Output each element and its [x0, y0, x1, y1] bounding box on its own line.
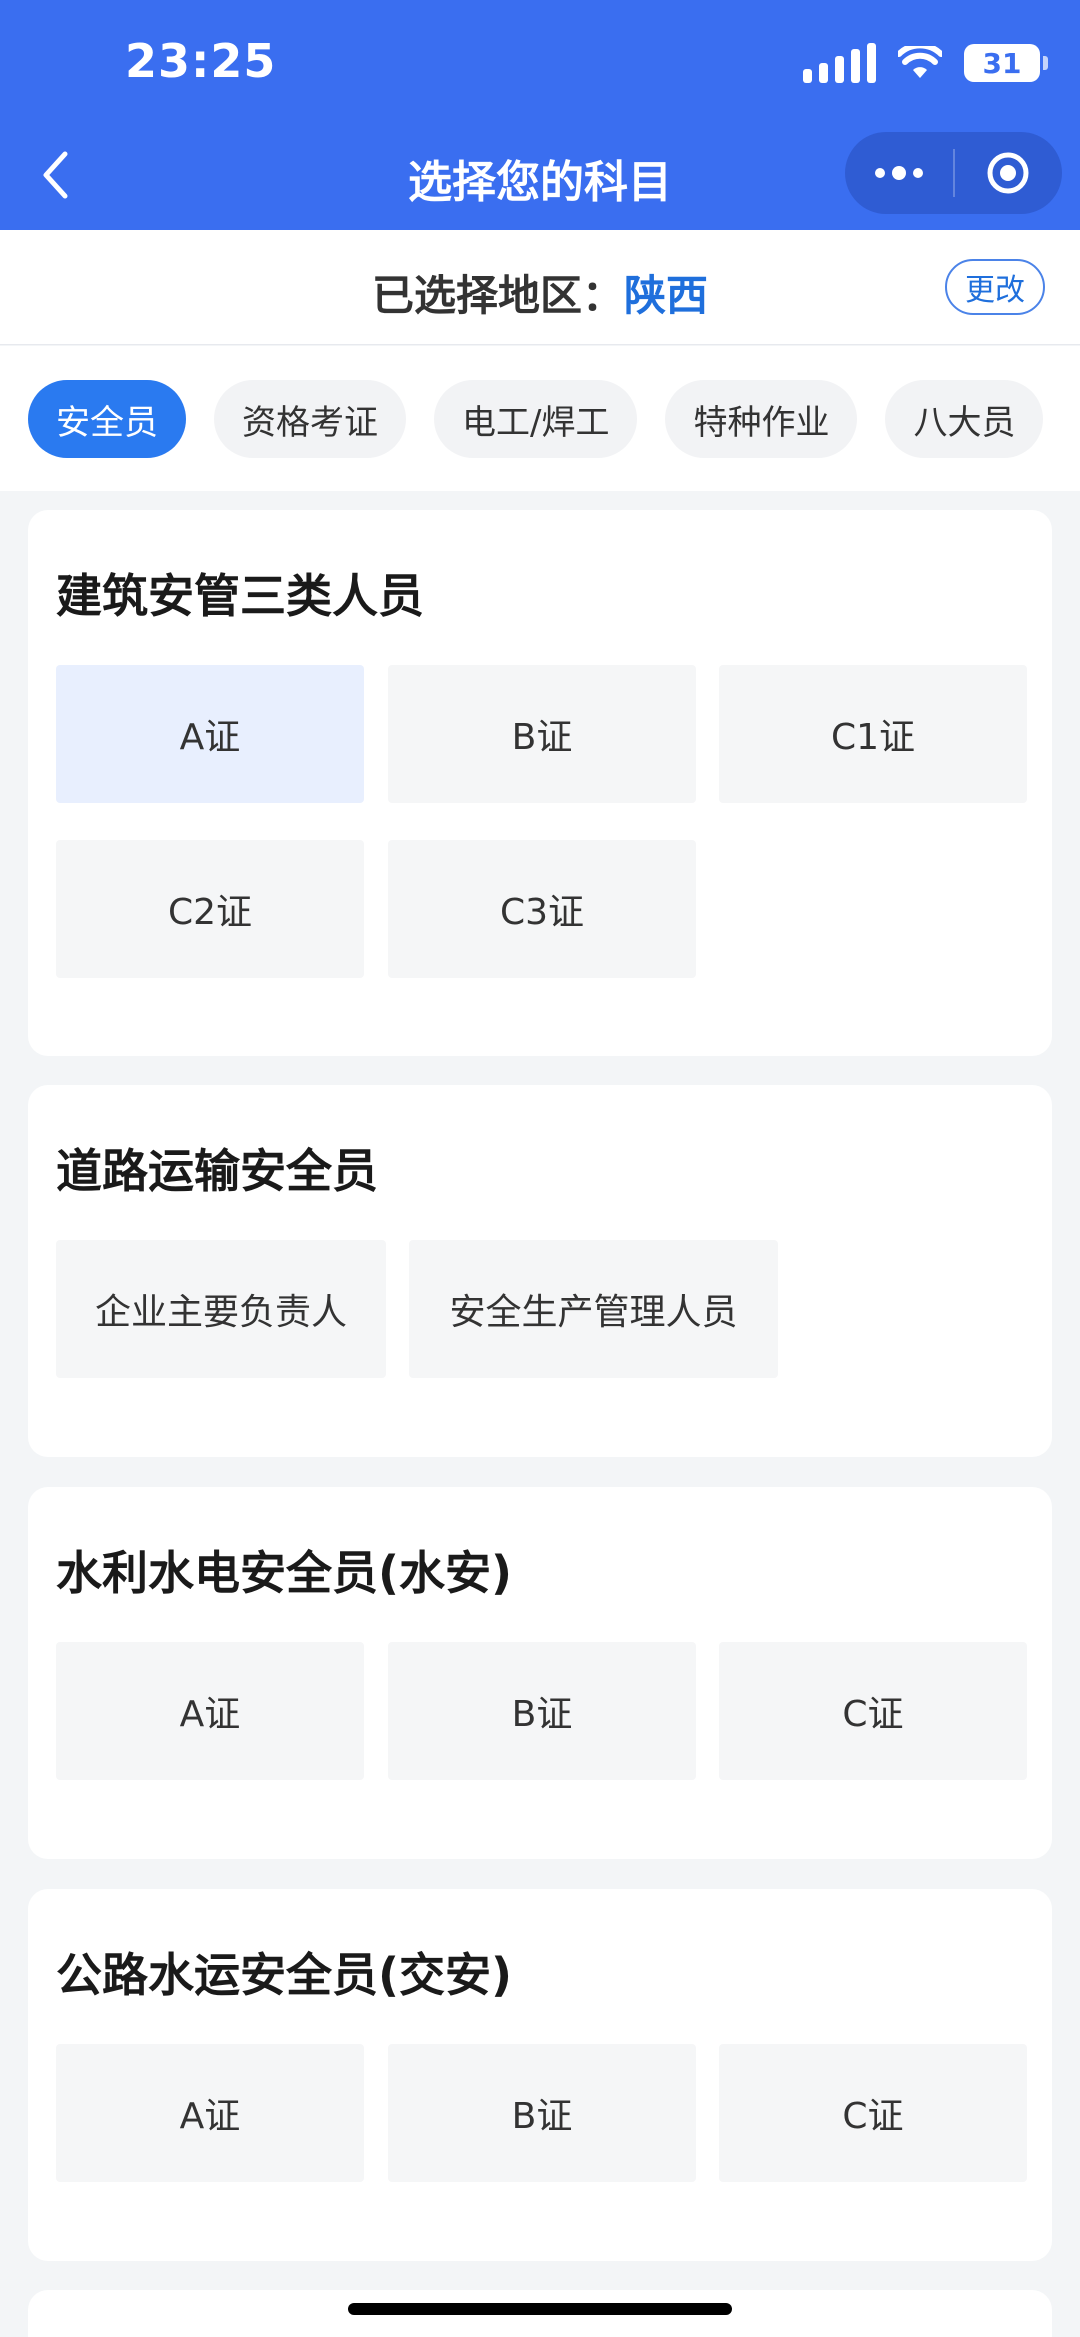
mini-program-capsule: [845, 132, 1062, 214]
section-title: 水利水电安全员(水安): [56, 1546, 513, 1600]
option-button[interactable]: A证: [56, 665, 364, 803]
more-dots-icon: [874, 166, 923, 180]
section-title: 道路运输安全员: [56, 1144, 378, 1198]
option-button[interactable]: A证: [56, 1642, 364, 1780]
close-mini-program-button[interactable]: [955, 132, 1063, 214]
region-prefix: 已选择地区：: [371, 271, 624, 320]
section-title: 公路水运安全员(交安): [56, 1948, 513, 2002]
tab-eight-major-staff[interactable]: 八大员: [885, 380, 1044, 458]
status-time: 23:25: [125, 34, 277, 88]
tab-qualification-exam[interactable]: 资格考证: [214, 380, 406, 458]
section-card: 公路水运安全员(交安) A证 B证 C证: [28, 1889, 1052, 2261]
option-button[interactable]: C2证: [56, 840, 364, 978]
tab-electrician-welder[interactable]: 电工/焊工: [434, 380, 638, 458]
battery-icon: 31: [964, 44, 1048, 82]
option-button[interactable]: C证: [719, 1642, 1027, 1780]
option-button[interactable]: B证: [388, 1642, 696, 1780]
tab-special-operations[interactable]: 特种作业: [665, 380, 858, 458]
region-value: 陕西: [624, 271, 709, 320]
cellular-signal-icon: [803, 43, 876, 83]
section-card: 水利水电安全员(水安) A证 B证 C证: [28, 1487, 1052, 1859]
option-button[interactable]: 企业主要负责人: [56, 1240, 386, 1378]
more-button[interactable]: [845, 132, 953, 214]
option-button[interactable]: C证: [719, 2044, 1027, 2182]
tab-safety-officer[interactable]: 安全员: [28, 380, 186, 458]
change-region-button[interactable]: 更改: [945, 259, 1045, 315]
option-button[interactable]: C1证: [719, 665, 1027, 803]
category-tabs: 安全员 资格考证 电工/焊工 特种作业 八大员: [0, 346, 1080, 491]
wifi-icon: [898, 46, 942, 78]
status-icons: 31: [803, 40, 1048, 86]
target-circle-icon: [987, 152, 1029, 194]
home-indicator: [348, 2303, 732, 2315]
option-button[interactable]: C3证: [388, 840, 696, 978]
header: 23:25 31 选择您的科目: [0, 0, 1080, 230]
option-button[interactable]: B证: [388, 665, 696, 803]
section-card: 建筑安管三类人员 A证 B证 C1证 C2证 C3证: [28, 510, 1052, 1056]
battery-level: 31: [982, 46, 1022, 80]
region-label: 已选择地区：陕西: [0, 262, 1080, 323]
section-card: 道路运输安全员 企业主要负责人 安全生产管理人员: [28, 1085, 1052, 1457]
region-bar: 已选择地区：陕西 更改: [0, 230, 1080, 345]
section-title: 建筑安管三类人员: [56, 569, 424, 623]
option-button[interactable]: 安全生产管理人员: [409, 1240, 778, 1378]
option-button[interactable]: A证: [56, 2044, 364, 2182]
option-button[interactable]: B证: [388, 2044, 696, 2182]
